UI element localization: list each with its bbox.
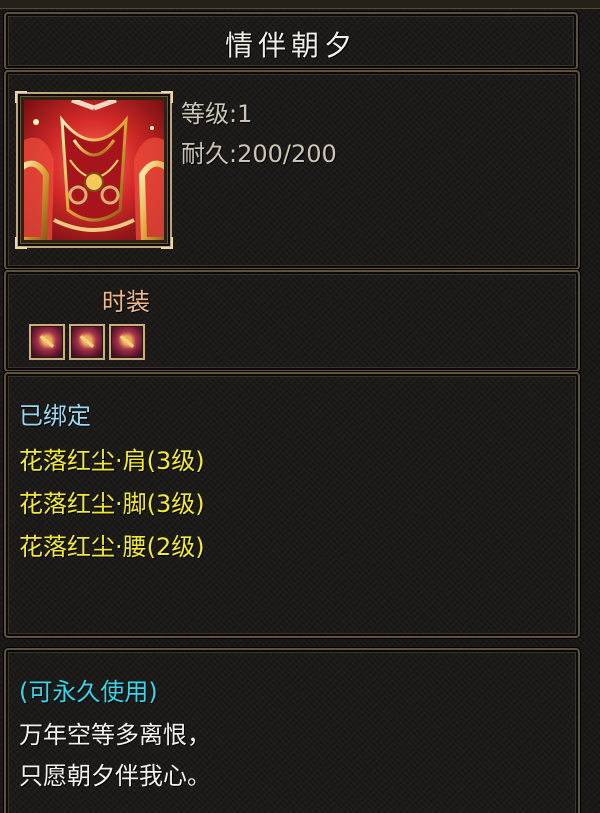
item-level: 等级:1: [181, 100, 253, 128]
item-durability: 耐久:200/200: [181, 140, 337, 168]
description-panel: (可永久使用) 万年空等多离恨， 只愿朝夕伴我心。: [4, 648, 580, 813]
set-piece-gem-icon[interactable]: [109, 324, 145, 360]
red-robe-icon: [24, 100, 164, 240]
set-piece-gem-icon[interactable]: [69, 324, 105, 360]
usage-duration: (可永久使用): [19, 678, 158, 706]
item-category: 时装: [102, 288, 150, 316]
set-panel: 时装: [4, 270, 580, 372]
set-attribute-waist: 花落红尘·腰(2级): [19, 533, 205, 561]
set-attribute-shoulder: 花落红尘·肩(3级): [19, 447, 205, 475]
item-name: 情伴朝夕: [224, 29, 357, 62]
flavor-text-line: 万年空等多离恨，: [19, 721, 211, 749]
set-piece-gem-icon[interactable]: [29, 324, 65, 360]
set-attribute-foot: 花落红尘·脚(3级): [19, 490, 205, 518]
flavor-text-line: 只愿朝夕伴我心。: [19, 762, 211, 790]
title-panel: 情伴朝夕: [4, 12, 578, 70]
tooltip-top-border: [0, 0, 600, 9]
item-icon-frame[interactable]: [15, 91, 173, 249]
bound-status: 已绑定: [19, 402, 91, 430]
attributes-panel: 已绑定 花落红尘·肩(3级) 花落红尘·脚(3级) 花落红尘·腰(2级): [4, 372, 580, 638]
item-tooltip: 情伴朝夕 等级:1 耐久:200/200 时装 已绑定 花落红尘·肩(3级) 花…: [0, 0, 600, 813]
item-info-panel: 等级:1 耐久:200/200: [4, 70, 580, 270]
set-piece-icons: [29, 324, 145, 360]
